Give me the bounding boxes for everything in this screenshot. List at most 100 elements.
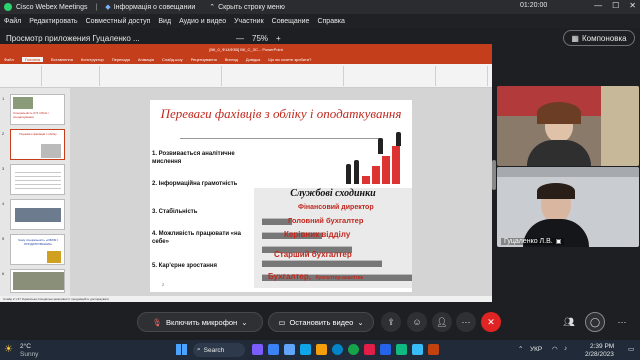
leave-meeting-button[interactable]: ✕ [481, 312, 501, 332]
ribbon-group-font[interactable] [102, 66, 222, 86]
menu-file[interactable]: Файл [4, 18, 21, 25]
ppt-tab[interactable]: Головна [21, 56, 44, 62]
ppt-tab[interactable]: Конструктор [81, 57, 104, 62]
ribbon-group-drawing[interactable] [346, 66, 436, 86]
slide-thumbnail[interactable] [10, 164, 65, 195]
edge-icon[interactable] [332, 344, 343, 355]
person-icon: 👤︎ [436, 316, 448, 327]
ppt-tab[interactable]: Файл [4, 57, 14, 62]
powerpoint-icon[interactable] [428, 344, 439, 355]
meeting-info-link[interactable]: Інформація о совещании [114, 4, 196, 11]
participants-button[interactable]: 👤︎ [432, 312, 452, 332]
menu-participant[interactable]: Участник [234, 18, 264, 25]
participant-video[interactable] [497, 86, 639, 166]
participants-panel-button[interactable]: 👥︎ [559, 312, 579, 332]
thumb-image [13, 97, 33, 109]
app-icon[interactable] [284, 344, 295, 355]
slide-thumbnail[interactable] [10, 269, 65, 293]
ribbon-group-clipboard[interactable] [2, 66, 42, 86]
menu-audio-video[interactable]: Аудио и видео [179, 18, 226, 25]
thumb-number: 3 [2, 166, 5, 171]
career-ladder-heading: Службові сходинки [290, 188, 376, 199]
chevron-down-icon: ⌄ [241, 317, 248, 327]
file-explorer-icon[interactable] [316, 344, 327, 355]
share-scrollbar[interactable] [492, 160, 496, 190]
layout-icon: ▦ [571, 33, 579, 43]
ppt-tab[interactable]: Переходи [112, 57, 130, 62]
slide-canvas: Переваги фахівців з обліку і оподаткуван… [70, 88, 492, 296]
ppt-tab[interactable]: Анімація [138, 57, 154, 62]
share-icon: ⇪ [387, 316, 395, 327]
unmute-button[interactable]: 🎙︎ Включить микрофон ⌄ [137, 312, 263, 332]
ppt-tab[interactable]: Довідка [246, 57, 260, 62]
slide-thumbnail[interactable]: Спеціальність 071 Облік і оподаткування [10, 94, 65, 125]
unmute-label: Включить микрофон [166, 317, 238, 327]
notification-icon[interactable]: ▭ [628, 345, 634, 353]
maximize-icon[interactable]: ☐ [612, 1, 619, 10]
chevron-down-icon: ⌄ [357, 317, 364, 327]
menu-share[interactable]: Совместный доступ [86, 18, 151, 25]
illustration-bar [382, 156, 390, 184]
clock-date[interactable]: 2/28/2023 [585, 351, 614, 358]
smiley-icon: ☺ [412, 317, 422, 327]
camera-icon: ▭ [278, 317, 286, 327]
ribbon-group-editing[interactable] [438, 66, 488, 86]
ppt-tab[interactable]: Вигляд [225, 57, 238, 62]
zoom-in-button[interactable]: + [276, 34, 281, 43]
language-indicator[interactable]: УКР [530, 346, 542, 353]
telegram-icon[interactable] [412, 344, 423, 355]
clock-time[interactable]: 2:39 PM [590, 343, 614, 350]
zoom-out-button[interactable]: — [236, 34, 244, 43]
hide-menu-bar-button[interactable]: ⌃ Скрыть строку меню [209, 3, 285, 12]
participant-video[interactable]: Гуцаленко Л.В. ▣ [497, 167, 639, 247]
thumb-image [41, 144, 61, 158]
slide-thumbnail-selected[interactable]: Переваги фахівців з обліку [10, 129, 65, 160]
word-icon[interactable] [380, 344, 391, 355]
layout-button[interactable]: ▦ Компоновка [563, 30, 635, 46]
ribbon-group-slides[interactable] [44, 66, 100, 86]
illustration-bar [372, 166, 380, 184]
stop-video-button[interactable]: ▭ Остановить видео ⌄ [268, 312, 374, 332]
ribbon-group-paragraph[interactable] [224, 66, 344, 86]
app-icon[interactable] [252, 344, 263, 355]
webex-icon[interactable] [396, 344, 407, 355]
search-box[interactable]: ⌕ Search [193, 343, 245, 357]
career-step: Фінансовий директор [298, 204, 374, 211]
career-step: Головний бухгалтер [288, 216, 364, 225]
chat-button[interactable]: ◯ [585, 312, 605, 332]
app-icon[interactable] [268, 344, 279, 355]
ppt-tab[interactable]: Слайд-шоу [162, 57, 183, 62]
zoom-controls: — 75% + [236, 34, 281, 43]
bullet-item: 1. Розвивається аналітичне мислення [152, 151, 235, 165]
more-panels-button[interactable]: ⋯ [612, 312, 632, 332]
minimize-icon[interactable]: — [594, 1, 602, 10]
menu-view[interactable]: Вид [158, 18, 171, 25]
shared-screen: [ВК_0_Ф1&ФЗВ] ВК_С_ЗС... PowerPoint Файл… [0, 44, 492, 302]
wifi-icon[interactable]: ◠ [552, 345, 558, 353]
title-underline [180, 138, 380, 139]
career-step: Старший бухгалтер [274, 250, 352, 259]
app-icon[interactable] [300, 344, 311, 355]
start-button[interactable] [176, 344, 187, 355]
volume-icon[interactable]: ♪ [564, 345, 567, 352]
chrome-icon[interactable] [348, 344, 359, 355]
menu-edit[interactable]: Редактировать [29, 18, 77, 25]
close-icon[interactable]: ✕ [629, 1, 636, 10]
slide-thumbnail[interactable]: Чому спеціальність «ОБЛІК І ОПОДАТКУВАНН… [10, 234, 65, 265]
menu-help[interactable]: Справка [317, 18, 344, 25]
ppt-tell-me[interactable]: Що ви хочете зробити? [268, 57, 311, 62]
weather-icon: ☀ [4, 344, 13, 355]
people-icon: 👥︎ [563, 316, 575, 327]
menu-meeting[interactable]: Совещание [272, 18, 310, 25]
more-options-button[interactable]: ⋯ [456, 312, 476, 332]
app-icon[interactable] [364, 344, 375, 355]
slide-thumbnail[interactable] [10, 199, 65, 230]
slide-title: Переваги фахівців з обліку і оподаткуван… [160, 106, 402, 121]
ppt-tab[interactable]: Рецензування [191, 57, 217, 62]
share-screen-button[interactable]: ⇪ [381, 312, 401, 332]
ppt-ribbon-tabs: Файл Головна Вставлення Конструктор Пере… [0, 54, 492, 64]
reactions-button[interactable]: ☺ [407, 312, 427, 332]
current-slide[interactable]: Переваги фахівців з обліку і оподаткуван… [150, 100, 412, 292]
tray-chevron-icon[interactable]: ⌃ [518, 345, 523, 353]
ppt-tab[interactable]: Вставлення [51, 57, 73, 62]
